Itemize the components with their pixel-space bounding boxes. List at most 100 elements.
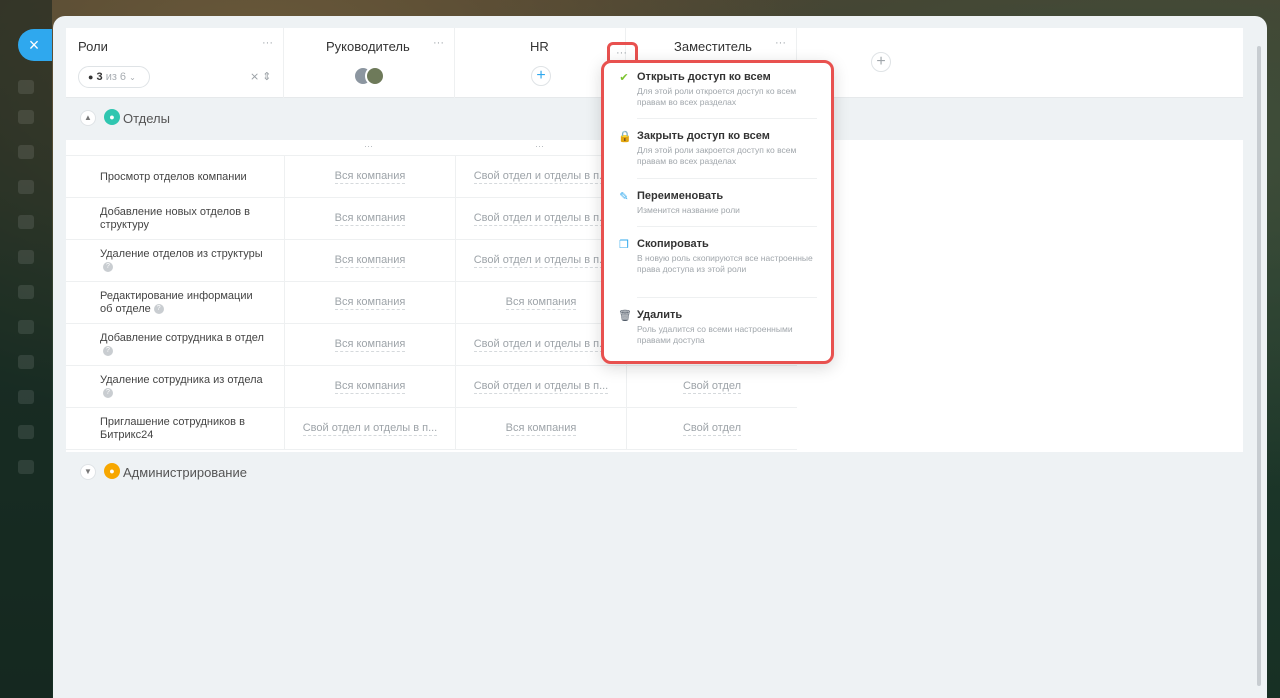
filter-count: 3 <box>96 71 103 83</box>
role-menu-dots-icon[interactable]: ··· <box>775 37 786 49</box>
roles-header: Роли ··· ● 3 из 6 ⌄ ⨯ ⇕ <box>66 28 284 98</box>
permission-cell[interactable]: Вся компания <box>284 324 455 366</box>
menu-item-desc: Для этой роли закроется доступ ко всем п… <box>637 145 797 166</box>
permission-label: Удаление сотрудника из отдела <box>100 374 263 386</box>
sidebar-icon[interactable] <box>18 285 34 299</box>
divider <box>637 118 817 119</box>
permission-cell[interactable]: Вся компания <box>284 240 455 282</box>
permission-name: Добавление сотрудника в отдел? <box>100 324 265 366</box>
permission-label: Редактирование информации об отделе <box>100 290 253 315</box>
permission-name: Удаление отделов из структуры? <box>100 240 265 282</box>
column-dots-icon[interactable]: ··· <box>535 141 544 151</box>
close-button[interactable]: × <box>18 29 52 61</box>
role-title: HR <box>530 39 549 54</box>
menu-item-title[interactable]: Открыть доступ ко всем <box>637 71 771 83</box>
permission-cell[interactable]: Вся компания <box>284 282 455 324</box>
permission-value[interactable]: Вся компания <box>334 170 406 184</box>
open-access-item[interactable]: ✔ Открыть доступ ко всем Для этой роли о… <box>616 71 822 111</box>
permission-value[interactable]: Свой отдел и отделы в п... <box>473 170 609 184</box>
copy-item[interactable]: ❐ Скопировать В новую роль скопируются в… <box>616 238 822 290</box>
sidebar-icon[interactable] <box>18 250 34 264</box>
divider <box>637 297 817 298</box>
permission-label: Просмотр отделов компании <box>100 170 247 183</box>
permission-value[interactable]: Свой отдел <box>682 422 742 436</box>
chevron-up-icon[interactable]: ▲ <box>80 110 96 126</box>
help-icon[interactable]: ? <box>103 388 113 399</box>
permission-label: Добавление новых отделов в структуру <box>100 206 250 231</box>
permission-value[interactable]: Вся компания <box>334 254 406 268</box>
sidebar-icon[interactable] <box>18 145 34 159</box>
check-icon: ✔ <box>619 72 629 84</box>
sidebar-icon[interactable] <box>18 355 34 369</box>
permission-value[interactable]: Вся компания <box>505 296 577 310</box>
role-menu-dots-icon[interactable]: ··· <box>433 37 444 49</box>
collapse-expand-icon[interactable]: ⨯ ⇕ <box>250 70 272 83</box>
permission-value[interactable]: Вся компания <box>334 380 406 394</box>
help-icon[interactable]: ? <box>103 262 113 273</box>
permission-cell[interactable]: Вся компания <box>284 156 455 198</box>
sidebar-icon[interactable] <box>18 460 34 474</box>
menu-item-desc: Изменится название роли <box>637 205 740 215</box>
sidebar-icon[interactable] <box>18 80 34 94</box>
help-icon[interactable]: ? <box>153 304 164 315</box>
administration-icon: ● <box>104 463 120 479</box>
permission-label: Приглашение сотрудников в Битрикс24 <box>100 416 245 441</box>
section-label: Отделы <box>123 111 170 126</box>
trash-icon: 🗑 <box>618 310 632 322</box>
avatar[interactable] <box>365 66 385 86</box>
permission-cell[interactable]: Свой отдел и отделы в п... <box>284 408 455 450</box>
role-title: Руководитель <box>326 39 410 54</box>
sidebar-icon[interactable] <box>18 215 34 229</box>
table-row: Приглашение сотрудников в Битрикс24 Свой… <box>66 408 797 450</box>
permission-name: Добавление новых отделов в структуру <box>100 198 265 240</box>
column-dots-icon[interactable]: ··· <box>364 141 373 151</box>
roles-title: Роли <box>78 39 108 54</box>
sidebar-icon[interactable] <box>18 110 34 124</box>
permission-value[interactable]: Свой отдел и отделы в п... <box>473 254 609 268</box>
permission-value[interactable]: Вся компания <box>334 338 406 352</box>
delete-item[interactable]: 🗑 Удалить Роль удалится со всеми настрое… <box>616 309 822 349</box>
departments-icon: ● <box>104 109 120 125</box>
menu-item-title[interactable]: Удалить <box>637 309 682 321</box>
scrollbar[interactable] <box>1257 46 1261 686</box>
menu-item-title[interactable]: Переименовать <box>637 190 723 202</box>
permission-cell[interactable]: Вся компания <box>455 408 626 450</box>
close-icon[interactable]: × <box>29 35 40 55</box>
menu-item-title[interactable]: Закрыть доступ ко всем <box>637 130 770 142</box>
permission-value[interactable]: Вся компания <box>505 422 577 436</box>
divider <box>637 226 817 227</box>
permission-value[interactable]: Свой отдел и отделы в п... <box>302 422 438 436</box>
roles-menu-dots-icon[interactable]: ··· <box>262 37 273 49</box>
roles-filter[interactable]: ● 3 из 6 ⌄ <box>78 66 150 88</box>
hr-menu-dots-icon[interactable]: ··· <box>616 47 627 59</box>
permission-name: Приглашение сотрудников в Битрикс24 <box>100 408 265 450</box>
add-role-button[interactable]: + <box>871 52 891 72</box>
permission-cell[interactable]: Свой отдел <box>626 366 797 408</box>
permission-cell[interactable]: Свой отдел и отделы в п... <box>455 366 626 408</box>
permission-cell[interactable]: Вся компания <box>284 198 455 240</box>
permission-value[interactable]: Свой отдел и отделы в п... <box>473 338 609 352</box>
chevron-down-icon[interactable]: ▼ <box>80 464 96 480</box>
rename-item[interactable]: ✎ Переименовать Изменится название роли <box>616 190 822 220</box>
role-members[interactable] <box>353 66 389 86</box>
left-sidebar <box>0 0 52 698</box>
sidebar-icon[interactable] <box>18 180 34 194</box>
menu-item-desc: Для этой роли откроется доступ ко всем п… <box>637 86 797 107</box>
permission-value[interactable]: Свой отдел и отделы в п... <box>473 380 609 394</box>
permission-cell[interactable]: Свой отдел <box>626 408 797 450</box>
permission-cell[interactable]: Вся компания <box>284 366 455 408</box>
sidebar-icon[interactable] <box>18 425 34 439</box>
permission-value[interactable]: Вся компания <box>334 212 406 226</box>
add-member-button[interactable]: + <box>531 66 551 86</box>
close-access-item[interactable]: 🔒 Закрыть доступ ко всем Для этой роли з… <box>616 130 822 170</box>
sidebar-icon[interactable] <box>18 390 34 404</box>
permission-value[interactable]: Свой отдел и отделы в п... <box>473 212 609 226</box>
menu-item-title[interactable]: Скопировать <box>637 238 709 250</box>
help-icon[interactable]: ? <box>103 346 113 357</box>
section-administration[interactable]: ▼ ● Администрирование <box>66 452 1243 494</box>
permission-value[interactable]: Свой отдел <box>682 380 742 394</box>
sidebar-icon[interactable] <box>18 320 34 334</box>
lock-icon: 🔒 <box>618 131 632 143</box>
role-title: Заместитель <box>674 39 752 54</box>
permission-value[interactable]: Вся компания <box>334 296 406 310</box>
